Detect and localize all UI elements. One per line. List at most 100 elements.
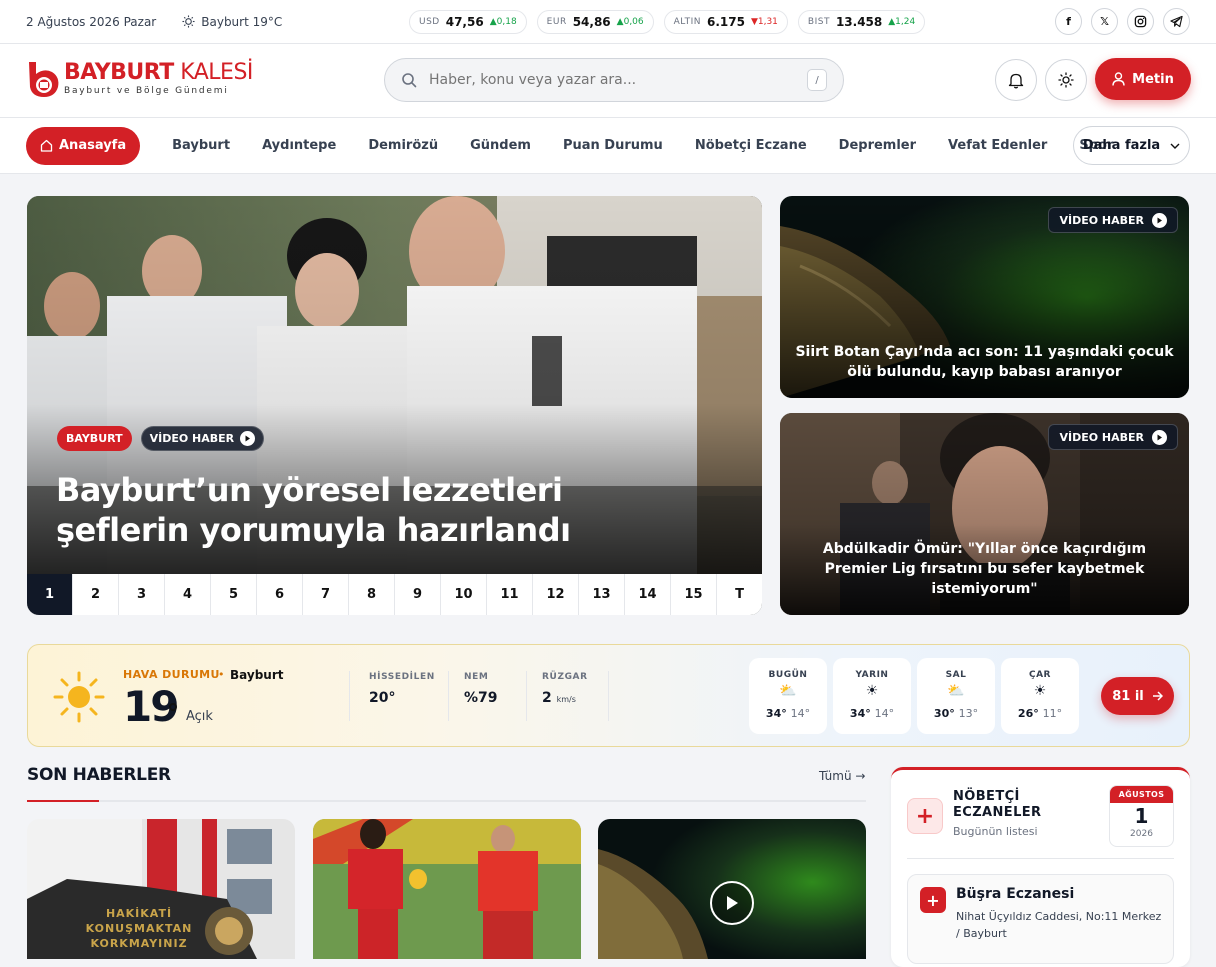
search-icon (402, 73, 417, 88)
weather-label: HAVA DURUMU (123, 668, 220, 681)
page-button[interactable]: 11 (487, 574, 533, 615)
forecast-high: 34° (765, 707, 787, 720)
forecast-day-label: ÇAR (1028, 670, 1051, 680)
forecast-day[interactable]: ÇAR ☀ 26° 11° (1001, 658, 1079, 734)
ticker-value: 47,56 (445, 15, 484, 29)
stat-unit: km/s (556, 695, 576, 704)
monument-line: HAKİKATİ (105, 907, 173, 920)
login-label: Metin (1132, 71, 1174, 87)
play-icon (240, 431, 256, 446)
nav-item-gundem[interactable]: Gündem (470, 138, 531, 153)
calendar-year: 2026 (1130, 829, 1153, 839)
stat-label: NEM (464, 672, 489, 682)
calendar-badge: AĞUSTOS 1 2026 (1109, 785, 1174, 847)
page-button[interactable]: 1 (27, 574, 73, 615)
forecast-day[interactable]: BUGÜN ⛅ 34° 14° (749, 658, 827, 734)
forecast-high: 26° (1017, 707, 1039, 720)
page-button[interactable]: 12 (533, 574, 579, 615)
page-button[interactable]: 3 (119, 574, 165, 615)
ticker-usd[interactable]: USD 47,56 ▲0,18 (409, 10, 527, 34)
all-cities-button[interactable]: 81 il (1101, 677, 1174, 715)
news-card[interactable] (313, 819, 581, 959)
news-title: Siirt Botan Çayı’nda acı son: 11 yaşında… (795, 344, 1174, 380)
notifications-button[interactable] (995, 59, 1037, 101)
theme-toggle-button[interactable] (1045, 59, 1087, 101)
news-card[interactable] (598, 819, 866, 959)
page-button[interactable]: 5 (211, 574, 257, 615)
pharmacy-name: Büşra Eczanesi (956, 886, 1075, 902)
nav-item-puan-durumu[interactable]: Puan Durumu (563, 138, 663, 153)
search-input[interactable] (429, 72, 795, 88)
arrow-right-icon (1152, 691, 1163, 701)
see-all-link[interactable]: Tümü → (819, 769, 865, 783)
nav-item-depremler[interactable]: Depremler (839, 138, 916, 153)
site-header: BAYBURT KALESİ Bayburt ve Bölge Gündemi … (0, 44, 1216, 117)
forecast-day[interactable]: SAL ⛅ 30° 13° (917, 658, 995, 734)
news-card[interactable]: HAKİKATİ KONUŞMAKTAN KORKMAYINIZ (27, 819, 295, 959)
pharmacy-subtitle: Bugünün listesi (953, 825, 1038, 838)
nav-item-bayburt[interactable]: Bayburt (172, 138, 230, 153)
news-title: Abdülkadir Ömür: "Yıllar önce kaçırdığım… (822, 541, 1147, 597)
site-logo[interactable]: BAYBURT KALESİ Bayburt ve Bölge Gündemi (26, 60, 253, 98)
telegram-icon[interactable] (1163, 8, 1190, 35)
page-button[interactable]: 10 (441, 574, 487, 615)
forecast-day[interactable]: YARIN ☀ 34° 14° (833, 658, 911, 734)
page-button[interactable]: 13 (579, 574, 625, 615)
pharmacy-widget: + NÖBETÇİ ECZANELER Bugünün listesi AĞUS… (891, 767, 1190, 967)
side-news-card[interactable]: VİDEO HABER Siirt Botan Çayı’nda acı son… (780, 196, 1189, 398)
logo-castle-icon (29, 62, 59, 97)
ticker-change: ▲0,06 (616, 17, 644, 27)
hero-headline[interactable]: Bayburt’un yöresel lezzetleri şeflerin y… (56, 470, 576, 550)
logo-title: BAYBURT KALESİ (64, 60, 253, 85)
page-button[interactable]: T (717, 574, 762, 615)
sun-icon (1058, 72, 1074, 88)
nav-item-nobetci-eczane[interactable]: Nöbetçi Eczane (695, 138, 807, 153)
x-icon[interactable]: 𝕏 (1091, 8, 1118, 35)
page-button[interactable]: 9 (395, 574, 441, 615)
nav-more-label: Daha fazla (1082, 138, 1161, 153)
page-button[interactable]: 15 (671, 574, 717, 615)
wind-stat: RÜZGAR 2 km/s (542, 672, 588, 706)
nav-home-label: Anasayfa (59, 138, 127, 153)
ticker-label: ALTIN (673, 17, 701, 27)
nav-more-dropdown[interactable]: Daha fazla (1073, 126, 1190, 165)
ticker-bist[interactable]: BIST 13.458 ▲1,24 (797, 10, 926, 34)
hero-slider[interactable]: BAYBURT VİDEO HABER Bayburt’un yöresel l… (27, 196, 762, 615)
nav-item-demirozu[interactable]: Demirözü (368, 138, 438, 153)
top-bar: 2 Ağustos 2026 Pazar Bayburt 19°C USD 47,… (0, 0, 1216, 44)
stat-value: 20° (369, 690, 396, 706)
forecast-high: 34° (849, 707, 871, 720)
forecast-low: 13° (958, 707, 979, 720)
page-button[interactable]: 2 (73, 574, 119, 615)
page-button[interactable]: 6 (257, 574, 303, 615)
page-button[interactable]: 7 (303, 574, 349, 615)
ticker-label: BIST (807, 17, 830, 27)
ticker-gold[interactable]: ALTIN 6.175 ▼1,31 (663, 10, 788, 34)
pharmacy-title: NÖBETÇİ ECZANELER (953, 789, 1041, 821)
ticker-eur[interactable]: EUR 54,86 ▲0,06 (536, 10, 654, 34)
nav-item-vefat-edenler[interactable]: Vefat Edenler (948, 138, 1047, 153)
page-button[interactable]: 8 (349, 574, 395, 615)
side-news-card[interactable]: VİDEO HABER Abdülkadir Ömür: "Yıllar önc… (780, 413, 1189, 615)
partly-cloudy-icon: ⛅ (779, 683, 797, 699)
separator-dot: • (218, 668, 225, 681)
instagram-icon[interactable] (1127, 8, 1154, 35)
login-button[interactable]: Metin (1095, 58, 1191, 100)
play-button[interactable] (710, 881, 754, 925)
weather-description: Açık (186, 709, 213, 724)
sun-icon (53, 671, 105, 723)
divider (526, 671, 527, 721)
page-button[interactable]: 4 (165, 574, 211, 615)
forecast-day-label: BUGÜN (768, 670, 808, 680)
page-button[interactable]: 14 (625, 574, 671, 615)
facebook-icon[interactable]: f (1055, 8, 1082, 35)
nav-item-home[interactable]: Anasayfa (26, 126, 141, 165)
search-bar[interactable]: / (384, 58, 844, 102)
nav-item-aydintepe[interactable]: Aydıntepe (262, 138, 336, 153)
forecast-low: 14° (874, 707, 895, 720)
stat-label: HİSSEDİLEN (369, 672, 435, 682)
partly-cloudy-icon: ⛅ (947, 683, 965, 699)
stat-value: %79 (464, 690, 498, 706)
video-badge-label: VİDEO HABER (1059, 430, 1144, 444)
category-badge[interactable]: BAYBURT (57, 426, 132, 451)
